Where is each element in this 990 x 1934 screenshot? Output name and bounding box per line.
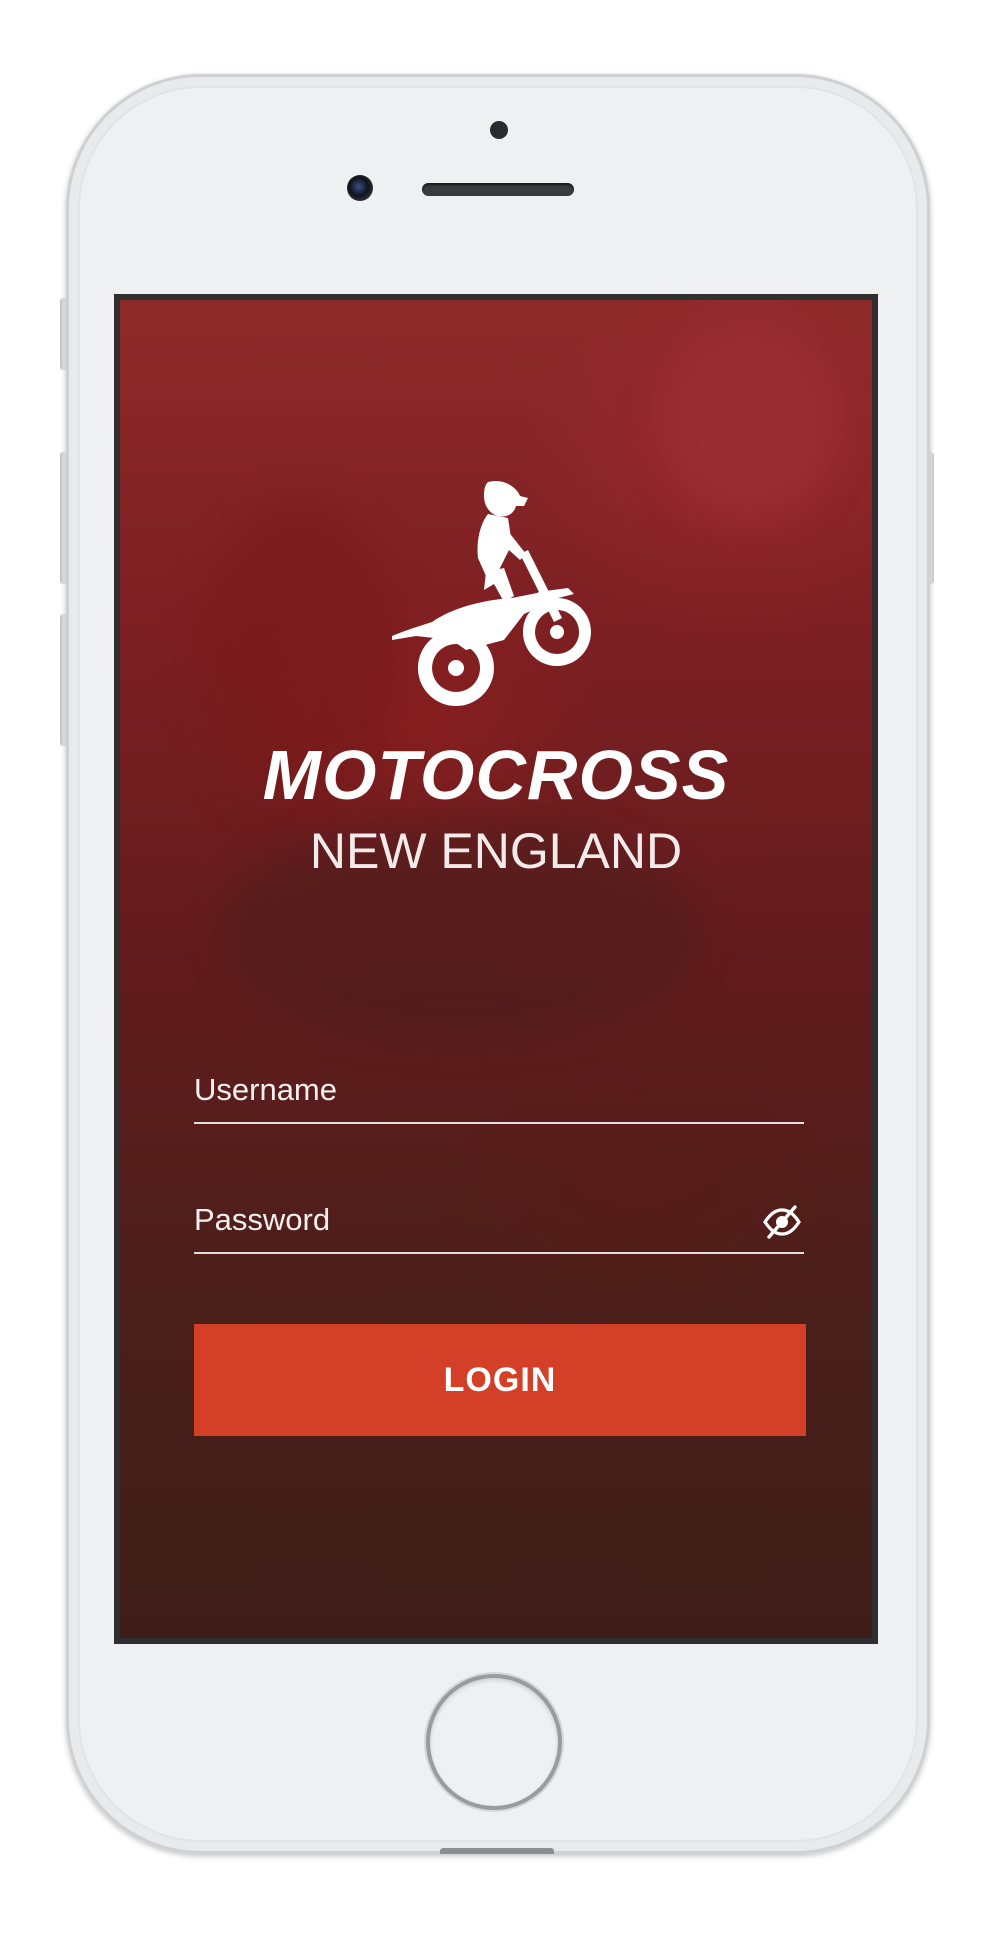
username-field: [194, 1062, 804, 1124]
proximity-sensor: [490, 121, 508, 139]
username-input[interactable]: [194, 1062, 754, 1118]
password-field: [194, 1192, 804, 1254]
earpiece-speaker: [422, 183, 574, 196]
brand-subtitle: NEW ENGLAND: [309, 823, 683, 879]
front-camera: [347, 175, 373, 201]
dirt-bike-rider-icon: [392, 480, 591, 706]
app-screen: MOTOCROSS NEW ENGLAND LOGIN: [114, 294, 878, 1644]
background-blur: [660, 320, 840, 520]
device-mockup: MOTOCROSS NEW ENGLAND LOGIN: [0, 0, 990, 1934]
brand-title: MOTOCROSS: [262, 736, 730, 814]
login-button[interactable]: LOGIN: [194, 1324, 806, 1436]
home-button: [430, 1678, 558, 1806]
eye-off-icon[interactable]: [762, 1202, 802, 1242]
bottom-edge: [440, 1848, 554, 1854]
password-input[interactable]: [194, 1192, 754, 1248]
